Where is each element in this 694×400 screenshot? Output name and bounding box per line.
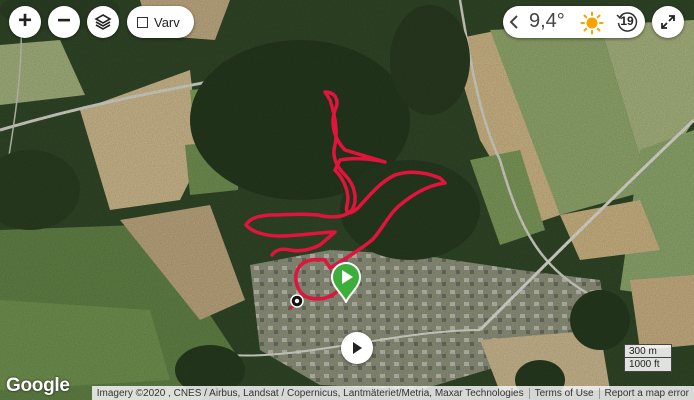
map-view[interactable]: + − Varv 9,4° 19 300 m 1000 ft Google Im… <box>0 0 694 400</box>
varv-toggle[interactable]: Varv <box>127 6 194 38</box>
report-error-link[interactable]: Report a map error <box>600 388 694 399</box>
imagery-credit: Imagery ©2020 , CNES / Airbus, Landsat /… <box>96 387 524 399</box>
layers-icon <box>94 14 112 30</box>
google-logo: Google <box>6 375 70 396</box>
zoom-in-button[interactable]: + <box>9 6 41 38</box>
chevron-left-icon[interactable] <box>507 14 521 30</box>
zoom-out-label: − <box>56 7 71 34</box>
layers-button[interactable] <box>87 6 119 38</box>
expand-icon <box>661 15 675 29</box>
varv-label: Varv <box>154 14 180 30</box>
play-button[interactable] <box>341 332 373 364</box>
scale-imperial: 1000 ft <box>624 358 672 372</box>
play-icon <box>353 342 362 354</box>
varv-checkbox[interactable] <box>137 16 148 28</box>
sun-icon <box>580 11 604 35</box>
terms-link[interactable]: Terms of Use <box>530 388 599 399</box>
forecast-count: 19 <box>620 14 634 28</box>
zoom-out-button[interactable]: − <box>48 6 80 38</box>
finish-dot-icon[interactable] <box>290 294 304 308</box>
weather-widget: 9,4° 19 <box>503 6 645 38</box>
zoom-in-label: + <box>17 7 32 34</box>
fullscreen-button[interactable] <box>652 6 684 38</box>
map-attribution: Imagery ©2020 , CNES / Airbus, Landsat /… <box>91 386 694 400</box>
map-scale: 300 m 1000 ft <box>624 344 672 372</box>
play-flag-icon[interactable] <box>330 261 362 303</box>
temperature: 9,4° <box>529 10 565 32</box>
forecast-button[interactable]: 19 <box>615 10 639 34</box>
scale-metric: 300 m <box>624 344 672 358</box>
